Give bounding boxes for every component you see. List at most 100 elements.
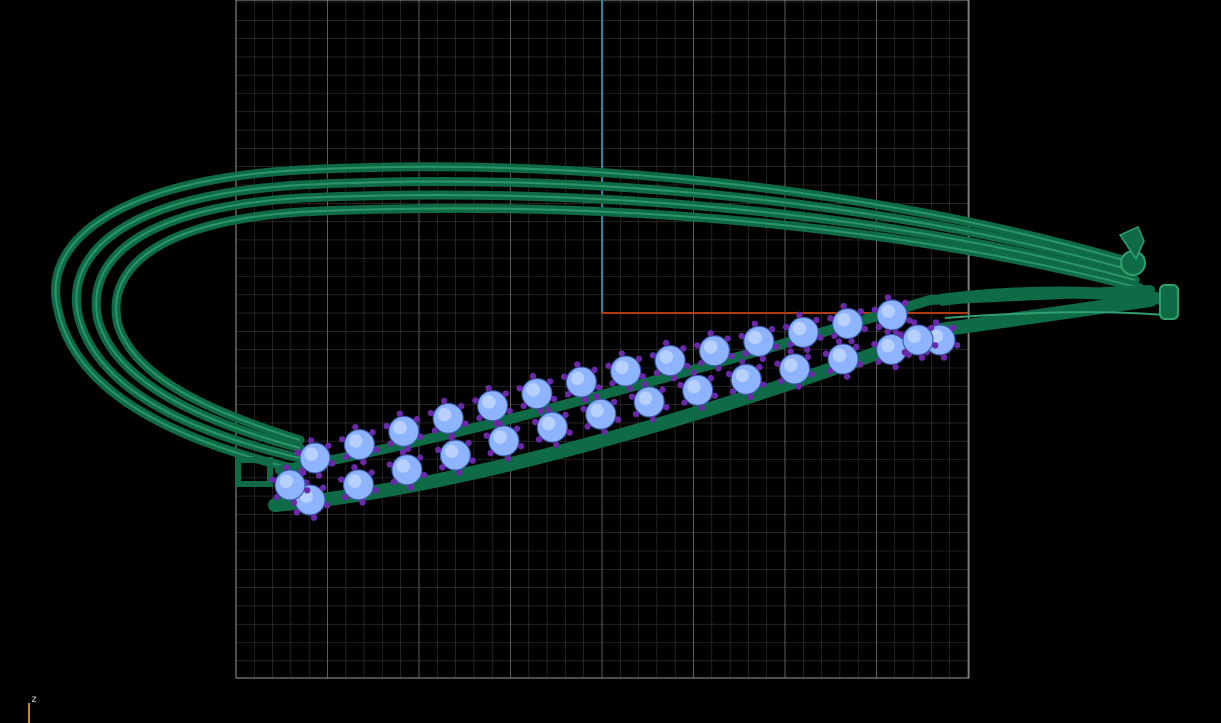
gem-prong bbox=[458, 402, 465, 410]
gem-prong bbox=[738, 358, 746, 366]
gem-prong bbox=[796, 311, 803, 319]
gem-prong bbox=[826, 368, 834, 375]
gem-facet bbox=[735, 368, 750, 383]
gem-prong bbox=[469, 457, 476, 464]
gem-facet bbox=[703, 340, 718, 354]
gem-prong bbox=[729, 388, 737, 395]
gem-prong bbox=[320, 484, 327, 491]
gem-prong bbox=[502, 390, 509, 397]
gem-prong bbox=[635, 355, 643, 363]
bangle-model[interactable] bbox=[51, 162, 1179, 512]
gem-prong bbox=[835, 338, 843, 345]
gem-prong bbox=[427, 409, 435, 417]
gem-facet bbox=[493, 430, 507, 444]
axis-z-label: z bbox=[31, 694, 38, 705]
gem-prong bbox=[448, 434, 455, 441]
gem-prong bbox=[778, 377, 785, 385]
gemstone bbox=[827, 302, 869, 345]
gemstone-settings[interactable] bbox=[269, 294, 961, 521]
gem-prong bbox=[434, 446, 442, 454]
gem-prong bbox=[407, 484, 415, 491]
gem-prong bbox=[875, 358, 882, 365]
clasp-hinge bbox=[1159, 284, 1179, 320]
gem-prong bbox=[369, 429, 376, 436]
gem-prong bbox=[537, 408, 545, 415]
gem-prong bbox=[827, 315, 834, 322]
gem-prong bbox=[804, 346, 811, 354]
gem-prong bbox=[698, 404, 705, 412]
gem-prong bbox=[804, 353, 812, 360]
gem-prong bbox=[786, 341, 794, 348]
gem-prong bbox=[684, 362, 691, 370]
gem-facet bbox=[832, 348, 847, 363]
gem-prong bbox=[574, 361, 581, 368]
gem-facet bbox=[590, 403, 604, 418]
gem-facet bbox=[437, 407, 452, 422]
gem-prong bbox=[513, 425, 521, 432]
scene-canvas[interactable] bbox=[0, 0, 1221, 723]
gem-prong bbox=[871, 306, 879, 313]
gem-prong bbox=[840, 302, 847, 310]
gem-prong bbox=[535, 436, 543, 443]
gem-prong bbox=[545, 406, 552, 413]
gem-prong bbox=[610, 398, 618, 406]
gem-prong bbox=[724, 335, 731, 342]
gem-prong bbox=[742, 350, 749, 357]
gem-prong bbox=[352, 423, 359, 431]
gem-prong bbox=[373, 446, 380, 454]
gem-facet bbox=[659, 350, 674, 364]
gem-facet bbox=[444, 444, 459, 459]
gem-prong bbox=[282, 464, 290, 471]
gem-prong bbox=[420, 471, 428, 479]
gem-prong bbox=[506, 407, 513, 415]
gem-prong bbox=[698, 359, 705, 367]
gem-prong bbox=[751, 320, 759, 328]
gemstone bbox=[694, 330, 735, 372]
3d-viewport[interactable]: z bbox=[0, 0, 1221, 723]
gemstone bbox=[871, 294, 913, 336]
gem-prong bbox=[725, 370, 733, 378]
gem-prong bbox=[670, 375, 678, 382]
gem-facet bbox=[279, 474, 293, 488]
gem-prong bbox=[822, 350, 830, 357]
gem-prong bbox=[848, 337, 855, 345]
gem-facet bbox=[393, 420, 407, 435]
gem-prong bbox=[659, 386, 666, 393]
gem-prong bbox=[639, 373, 647, 380]
gem-facet bbox=[687, 379, 701, 394]
gem-prong bbox=[290, 499, 298, 506]
gem-prong bbox=[760, 381, 767, 388]
gem-prong bbox=[759, 355, 767, 363]
gem-prong bbox=[707, 374, 715, 382]
gem-prong bbox=[650, 416, 657, 423]
gem-facet bbox=[784, 358, 798, 372]
gem-prong bbox=[359, 499, 366, 506]
gem-prong bbox=[416, 454, 424, 461]
gem-prong bbox=[857, 361, 864, 368]
gem-prong bbox=[662, 339, 670, 347]
gem-prong bbox=[928, 324, 935, 331]
gem-facet bbox=[615, 360, 629, 375]
gem-prong bbox=[950, 324, 957, 331]
gem-facet bbox=[837, 313, 851, 327]
gem-prong bbox=[360, 458, 367, 466]
gem-prong bbox=[614, 416, 622, 423]
gem-prong bbox=[328, 460, 336, 467]
gem-facet bbox=[881, 304, 895, 318]
gem-facet bbox=[748, 330, 762, 345]
gem-prong bbox=[323, 502, 331, 509]
gem-prong bbox=[875, 324, 882, 331]
gem-prong bbox=[342, 453, 350, 461]
gem-prong bbox=[884, 328, 891, 336]
gem-prong bbox=[487, 449, 494, 457]
gem-prong bbox=[772, 343, 780, 350]
gem-prong bbox=[294, 449, 302, 456]
gemstone bbox=[738, 320, 780, 363]
gem-prong bbox=[269, 476, 277, 483]
gem-prong bbox=[768, 325, 776, 333]
gem-prong bbox=[465, 439, 472, 447]
gem-prong bbox=[774, 360, 781, 367]
gem-prong bbox=[438, 464, 446, 471]
gem-prong bbox=[897, 331, 905, 338]
gem-prong bbox=[300, 469, 307, 476]
